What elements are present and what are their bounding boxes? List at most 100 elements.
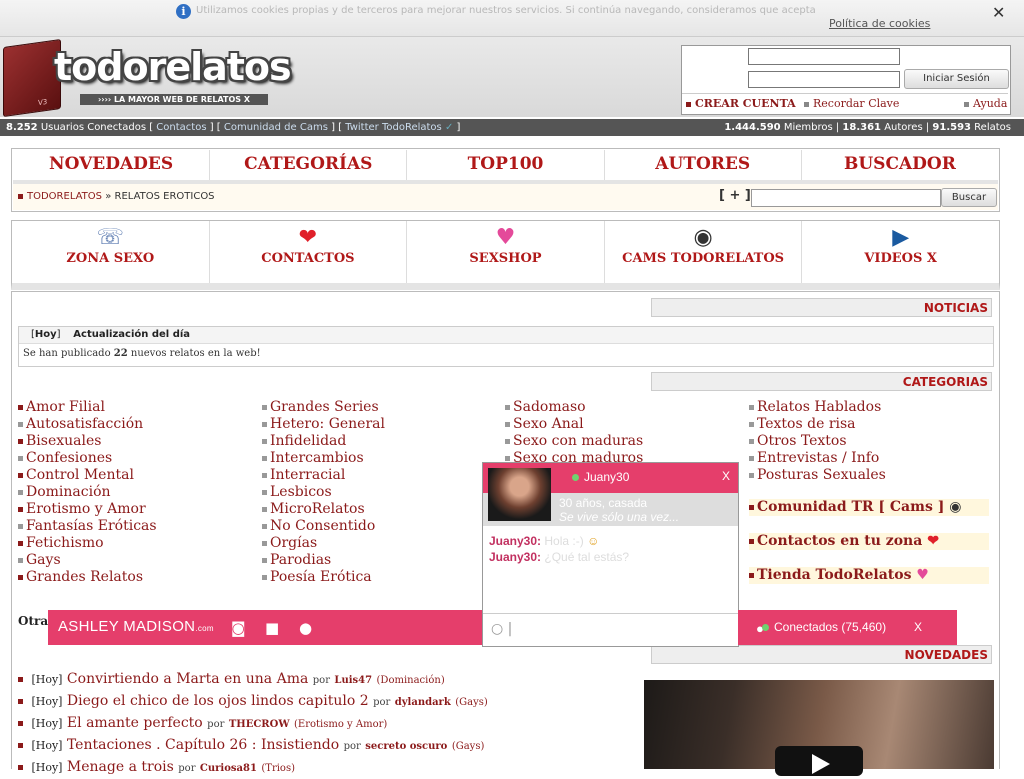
bullet-icon [18, 193, 23, 199]
cookie-policy-link[interactable]: Política de cookies [829, 17, 930, 30]
password-input[interactable] [748, 71, 900, 88]
story-author[interactable]: secreto oscuro [365, 741, 447, 752]
category-link[interactable]: Grandes Series [262, 399, 502, 416]
category-link[interactable]: Sadomaso [505, 399, 745, 416]
login-button[interactable]: Iniciar Sesión [904, 69, 1009, 89]
category-link[interactable]: Interracial [262, 467, 502, 484]
category-link[interactable]: Control Mental [18, 467, 258, 484]
category-link[interactable]: Grandes Relatos [18, 569, 258, 586]
category-link[interactable]: Relatos Hablados [749, 399, 989, 416]
username-input[interactable] [748, 48, 900, 65]
close-icon[interactable]: ✕ [992, 3, 1005, 22]
category-link[interactable]: No Consentido [262, 518, 502, 535]
category-link[interactable]: Gays [18, 552, 258, 569]
category-link[interactable]: Infidelidad [262, 433, 502, 450]
story-author[interactable]: dylandark [395, 697, 451, 708]
status-right: 1.444.590 Miembros | 18.361 Autores | 91… [724, 119, 1011, 136]
tienda-label: Tienda TodoRelatos [757, 567, 912, 583]
category-link[interactable]: Poesía Erótica [262, 569, 502, 586]
category-link[interactable]: Amor Filial [18, 399, 258, 416]
category-link[interactable]: Confesiones [18, 450, 258, 467]
cams-link[interactable]: Comunidad de Cams [224, 122, 328, 133]
story-author[interactable]: Curiosa81 [200, 763, 257, 774]
help-link[interactable]: Ayuda [973, 97, 1007, 110]
category-link[interactable]: Intercambios [262, 450, 502, 467]
chat-input[interactable]: ○ | [483, 613, 738, 646]
contactos-link[interactable]: ❤ CONTACTOS [210, 221, 408, 283]
ad-brand-suffix: .com [195, 624, 214, 633]
story-row: [Hoy] Convirtiendo a Marta en una Ama po… [18, 669, 488, 691]
connected-bar[interactable]: ● Conectados (75,460) X [738, 610, 957, 645]
category-link[interactable]: Entrevistas / Info [749, 450, 989, 467]
nav-buscador[interactable]: BUSCADOR [802, 150, 998, 180]
remember-password-link[interactable]: Recordar Clave [813, 97, 899, 110]
category-link[interactable]: Bisexuales [18, 433, 258, 450]
category-link[interactable]: Orgías [262, 535, 502, 552]
story-title[interactable]: Menage a trois [67, 759, 174, 775]
breadcrumb-home[interactable]: TODORELATOS [27, 191, 102, 202]
sexshop-link[interactable]: ♥ SEXSHOP [407, 221, 605, 283]
section-heading-noticias: NOTICIAS [651, 298, 992, 317]
search-input[interactable] [751, 189, 941, 207]
breadcrumb: TODORELATOS » RELATOS EROTICOS [ + ] Bus… [13, 184, 998, 210]
category-link[interactable]: Fantasías Eróticas [18, 518, 258, 535]
zona-sexo-link[interactable]: ☏ ZONA SEXO [12, 221, 210, 283]
story-category[interactable]: (Trios) [261, 763, 295, 774]
category-link[interactable]: Textos de risa [749, 416, 989, 433]
message-text: Hola :-) [544, 534, 584, 548]
cams-link[interactable]: ◉ CAMS TODORELATOS [605, 221, 803, 283]
comunidad-cams-link[interactable]: Comunidad TR [ Cams ] ◉ [749, 499, 989, 516]
nav-top100[interactable]: TOP100 [407, 150, 605, 180]
category-link[interactable]: Dominación [18, 484, 258, 501]
story-author[interactable]: Luis47 [334, 675, 372, 686]
story-author[interactable]: THECROW [229, 719, 290, 730]
category-link[interactable]: Hetero: General [262, 416, 502, 433]
advanced-search-toggle[interactable]: [ + ] [719, 188, 751, 203]
category-link[interactable]: Posturas Sexuales [749, 467, 989, 484]
ad-chat-bar[interactable]: ASHLEY MADISON.com ◙ ■ ● [48, 610, 483, 645]
play-icon[interactable] [775, 746, 863, 776]
search-button[interactable]: Buscar [941, 188, 997, 207]
story-category[interactable]: (Erotismo y Amor) [294, 719, 387, 730]
category-link[interactable]: Sexo con maduras [505, 433, 745, 450]
category-link[interactable]: Lesbicos [262, 484, 502, 501]
videos-link[interactable]: ▶ VIDEOS X [802, 221, 999, 283]
comunidad-cams-label: Comunidad TR [ Cams ] [757, 499, 945, 515]
twitter-link[interactable]: Twitter TodoRelatos [345, 122, 442, 133]
story-category[interactable]: (Dominación) [377, 675, 445, 686]
story-category[interactable]: (Gays) [452, 741, 485, 752]
story-category[interactable]: (Gays) [455, 697, 488, 708]
news-text: Se han publicado [23, 348, 114, 359]
story-title[interactable]: Convirtiendo a Marta en una Ama [67, 671, 308, 687]
connected-close-button[interactable]: X [914, 620, 922, 634]
contacts-link[interactable]: Contactos [156, 122, 206, 133]
video-thumbnail[interactable] [644, 680, 994, 776]
message-text: ¿Qué tal estás? [544, 550, 630, 564]
heart-icon: ❤ [927, 533, 939, 549]
nav-categorias[interactable]: CATEGORÍAS [210, 150, 408, 180]
category-link[interactable]: Sexo Anal [505, 416, 745, 433]
nav-autores[interactable]: AUTORES [605, 150, 802, 180]
camera-icon[interactable]: ◙ [231, 619, 246, 637]
contactos-zona-link[interactable]: Contactos en tu zona ❤ [749, 533, 989, 550]
story-title[interactable]: El amante perfecto [67, 715, 203, 731]
chat-close-button[interactable]: X [722, 469, 730, 483]
category-link[interactable]: Autosatisfacción [18, 416, 258, 433]
chat-bubble-icon[interactable]: ● [299, 619, 312, 637]
chat-messages: Juany30: Hola :-) ☺ Juany30: ¿Qué tal es… [489, 533, 629, 565]
tienda-link[interactable]: Tienda TodoRelatos ♥ [749, 567, 989, 584]
category-link[interactable]: Fetichismo [18, 535, 258, 552]
category-link[interactable]: Erotismo y Amor [18, 501, 258, 518]
category-link[interactable]: MicroRelatos [262, 501, 502, 518]
videos-label: VIDEOS X [864, 251, 938, 266]
create-account-link[interactable]: CREAR CUENTA [695, 97, 796, 110]
site-logo[interactable]: todorelatos [54, 45, 292, 89]
story-title[interactable]: Tentaciones . Capítulo 26 : Insistiendo [67, 737, 339, 753]
category-link[interactable]: Otros Textos [749, 433, 989, 450]
avatar[interactable] [488, 468, 551, 521]
story-title[interactable]: Diego el chico de los ojos lindos capitu… [67, 693, 369, 709]
nav-novedades[interactable]: NOVEDADES [13, 150, 211, 180]
category-link[interactable]: Parodias [262, 552, 502, 569]
profile-tagline: Se vive sólo una vez... [559, 510, 680, 524]
video-camera-icon[interactable]: ■ [265, 619, 279, 637]
